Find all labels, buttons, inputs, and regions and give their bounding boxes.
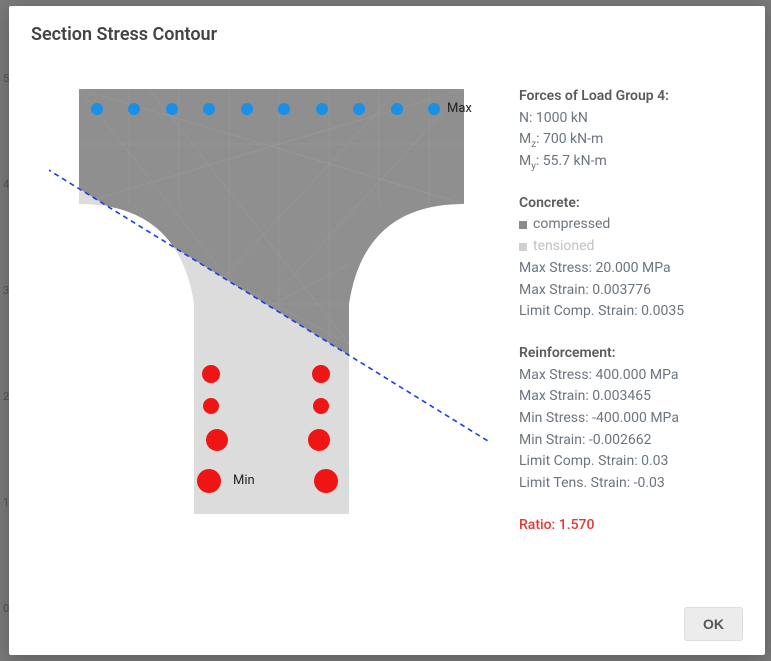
- reinf-max-stress: Max Stress: 400.000 MPa: [519, 365, 743, 387]
- concrete-title: Concrete:: [519, 193, 743, 215]
- concrete-limit-comp: Limit Comp. Strain: 0.0035: [519, 301, 743, 323]
- info-panel: Forces of Load Group 4: N: 1000 kN Mz: 7…: [519, 84, 743, 583]
- min-label: Min: [233, 473, 255, 488]
- reinforcement-group: Reinforcement: Max Stress: 400.000 MPa M…: [519, 343, 743, 495]
- modal-footer: OK: [9, 593, 765, 655]
- forces-group: Forces of Load Group 4: N: 1000 kN Mz: 7…: [519, 86, 743, 173]
- concrete-group: Concrete: compressed tensioned Max Stres…: [519, 193, 743, 323]
- modal-dialog: Section Stress Contour: [9, 6, 765, 655]
- section-svg: Max Min: [49, 84, 489, 524]
- modal-title: Section Stress Contour: [31, 24, 743, 45]
- reinf-min-stress: Min Stress: -400.000 MPa: [519, 408, 743, 430]
- force-my: My: 55.7 kN-m: [519, 151, 743, 173]
- reinf-limit-comp: Limit Comp. Strain: 0.03: [519, 451, 743, 473]
- max-label: Max: [447, 101, 472, 116]
- modal-body: Max Min Forces of Load Group 4: N: 1000 …: [9, 60, 765, 593]
- legend-tensioned: tensioned: [519, 236, 743, 258]
- reinforcement-title: Reinforcement:: [519, 343, 743, 365]
- concrete-max-strain: Max Strain: 0.003776: [519, 280, 743, 302]
- legend-square-tensioned-icon: [519, 243, 527, 251]
- legend-square-compressed-icon: [519, 221, 527, 229]
- forces-title: Forces of Load Group 4:: [519, 86, 743, 108]
- ok-button[interactable]: OK: [684, 607, 743, 641]
- legend-compressed: compressed: [519, 214, 743, 236]
- ratio-row: Ratio: 1.570: [519, 515, 743, 537]
- reinf-min-strain: Min Strain: -0.002662: [519, 430, 743, 452]
- force-n: N: 1000 kN: [519, 108, 743, 130]
- concrete-max-stress: Max Stress: 20.000 MPa: [519, 258, 743, 280]
- reinf-max-strain: Max Strain: 0.003465: [519, 386, 743, 408]
- section-diagram: Max Min: [49, 84, 489, 524]
- modal-header: Section Stress Contour: [9, 6, 765, 60]
- force-mz: Mz: 700 kN-m: [519, 129, 743, 151]
- reinf-limit-tens: Limit Tens. Strain: -0.03: [519, 473, 743, 495]
